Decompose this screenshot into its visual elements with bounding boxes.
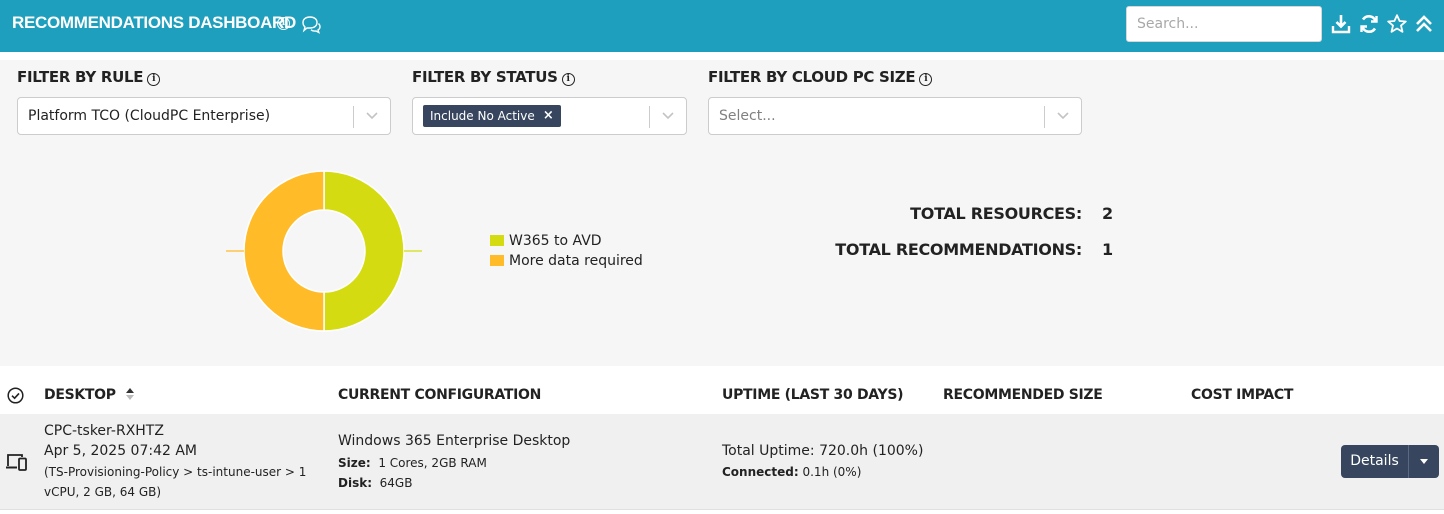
uptime-connected-value: 0.1h (0%) bbox=[802, 465, 862, 479]
details-split-button[interactable]: Details bbox=[1341, 445, 1439, 478]
filter-rule-value: Platform TCO (CloudPC Enterprise) bbox=[28, 108, 271, 124]
donut-chart: 11 bbox=[224, 170, 424, 332]
filter-panel: FILTER BY RULE i Platform TCO (CloudPC En… bbox=[0, 60, 1444, 366]
config-size: Size: 1 Cores, 2GB RAM bbox=[338, 456, 487, 470]
chat-icon[interactable] bbox=[300, 13, 322, 35]
info-icon[interactable]: i bbox=[277, 17, 290, 30]
filter-size-select[interactable]: Select... bbox=[708, 97, 1082, 135]
star-icon[interactable] bbox=[1386, 13, 1408, 35]
total-recommendations-label: TOTAL RECOMMENDATIONS: bbox=[835, 240, 1082, 259]
uptime-connected: Connected: 0.1h (0%) bbox=[722, 465, 861, 479]
legend-item: W365 to AVD bbox=[490, 233, 602, 249]
chevron-down-icon[interactable] bbox=[365, 111, 379, 121]
caret-down-icon[interactable] bbox=[1420, 459, 1428, 464]
config-size-value: 1 Cores, 2GB RAM bbox=[378, 456, 487, 470]
sort-icon[interactable] bbox=[125, 387, 135, 401]
collapse-icon[interactable] bbox=[1413, 13, 1435, 35]
column-header-cost[interactable]: COST IMPACT bbox=[1191, 387, 1293, 403]
total-resources-value: 2 bbox=[1102, 204, 1114, 223]
config-size-label: Size: bbox=[338, 456, 371, 470]
desktop-policy-line1: (TS-Provisioning-Policy > ts-intune-user… bbox=[44, 465, 307, 479]
info-icon[interactable]: i bbox=[561, 73, 575, 86]
header-bar: RECOMMENDATIONS DASHBOARD i bbox=[0, 0, 1444, 52]
desktop-name[interactable]: CPC-tsker-RXHTZ bbox=[44, 423, 164, 439]
filter-size-placeholder: Select... bbox=[719, 108, 776, 124]
filter-status-select[interactable]: Include No Active × bbox=[412, 97, 687, 135]
column-header-recommended[interactable]: RECOMMENDED SIZE bbox=[943, 387, 1103, 403]
details-button[interactable]: Details bbox=[1341, 445, 1408, 478]
config-title: Windows 365 Enterprise Desktop bbox=[338, 433, 571, 449]
column-header-desktop[interactable]: DESKTOP bbox=[44, 387, 135, 403]
devices-icon bbox=[6, 454, 27, 471]
total-resources-label: TOTAL RESOURCES: bbox=[910, 204, 1082, 223]
chip-remove-icon[interactable]: × bbox=[543, 105, 554, 127]
info-icon[interactable]: i bbox=[147, 73, 161, 86]
filter-status-label: FILTER BY STATUS i bbox=[412, 68, 575, 86]
select-separator bbox=[1044, 106, 1045, 128]
config-disk-label: Disk: bbox=[338, 476, 372, 490]
config-disk-value: 64GB bbox=[379, 476, 413, 490]
column-header-label: DESKTOP bbox=[44, 387, 116, 403]
filter-rule-select[interactable]: Platform TCO (CloudPC Enterprise) bbox=[17, 97, 391, 135]
info-icon[interactable]: i bbox=[919, 73, 933, 86]
filter-rule-label: FILTER BY RULE i bbox=[17, 68, 161, 86]
chevron-down-icon[interactable] bbox=[1056, 111, 1070, 121]
legend-label: W365 to AVD bbox=[509, 233, 602, 249]
total-recommendations-value: 1 bbox=[1102, 240, 1114, 259]
status-chip: Include No Active × bbox=[423, 105, 561, 127]
split-divider bbox=[1408, 445, 1409, 478]
status-chip-label: Include No Active bbox=[430, 109, 535, 123]
table-row[interactable]: CPC-tsker-RXHTZ Apr 5, 2025 07:42 AM (TS… bbox=[0, 414, 1444, 510]
chevron-down-icon[interactable] bbox=[661, 111, 675, 121]
select-separator bbox=[649, 106, 650, 128]
desktop-policy-line2: vCPU, 2 GB, 64 GB) bbox=[44, 485, 162, 499]
legend-label: More data required bbox=[509, 253, 643, 269]
download-icon[interactable] bbox=[1330, 13, 1352, 35]
uptime-total: Total Uptime: 720.0h (100%) bbox=[722, 443, 924, 459]
page-title: RECOMMENDATIONS DASHBOARD bbox=[12, 13, 297, 32]
table-header: DESKTOP CURRENT CONFIGURATION UPTIME (LA… bbox=[0, 376, 1444, 414]
config-disk: Disk: 64GB bbox=[338, 476, 412, 490]
desktop-date: Apr 5, 2025 07:42 AM bbox=[44, 443, 198, 459]
column-header-config[interactable]: CURRENT CONFIGURATION bbox=[338, 387, 541, 403]
select-separator bbox=[353, 106, 354, 128]
select-all-check-icon[interactable] bbox=[7, 387, 24, 404]
search-input[interactable] bbox=[1126, 6, 1322, 42]
legend-swatch bbox=[490, 235, 504, 246]
donut-slice[interactable] bbox=[243, 170, 325, 332]
donut-slice[interactable] bbox=[323, 170, 405, 332]
refresh-icon[interactable] bbox=[1358, 13, 1380, 35]
column-header-uptime[interactable]: UPTIME (LAST 30 DAYS) bbox=[722, 387, 904, 403]
legend-item: More data required bbox=[490, 253, 643, 269]
filter-size-label: FILTER BY CLOUD PC SIZE i bbox=[708, 68, 933, 86]
uptime-connected-label: Connected: bbox=[722, 465, 799, 479]
legend-swatch bbox=[490, 255, 504, 266]
